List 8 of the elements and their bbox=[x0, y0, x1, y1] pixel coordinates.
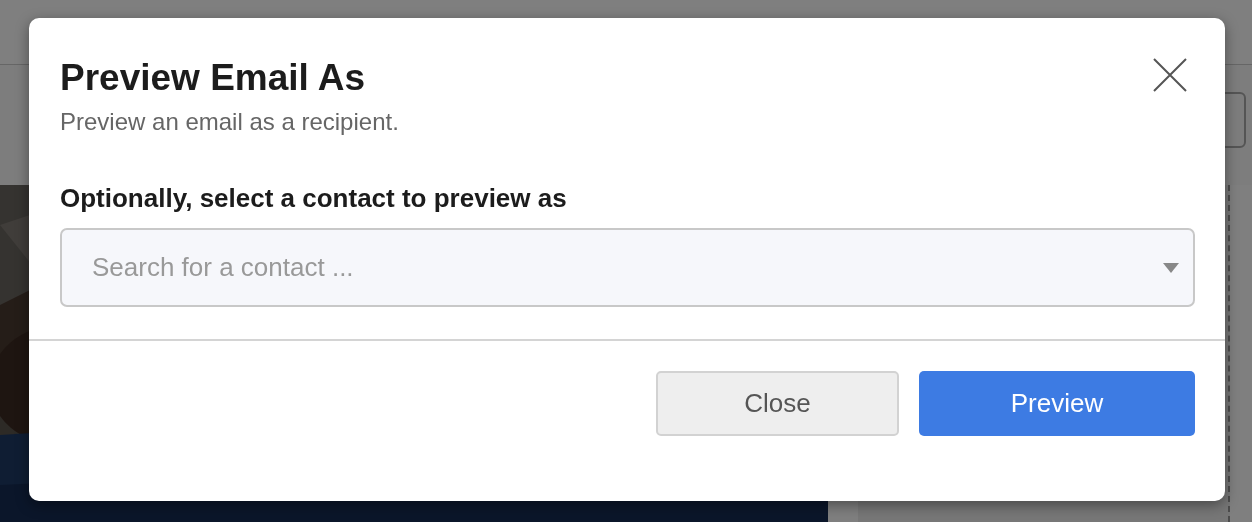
dialog-title: Preview Email As bbox=[60, 56, 367, 100]
dialog-subtitle: Preview an email as a recipient. bbox=[60, 108, 399, 136]
contact-search-field[interactable]: Search for a contact ... bbox=[60, 228, 1195, 307]
close-button[interactable]: Close bbox=[656, 371, 899, 436]
field-label: Optionally, select a contact to preview as bbox=[60, 182, 568, 214]
preview-button[interactable]: Preview bbox=[919, 371, 1195, 436]
caret-icon bbox=[1163, 263, 1179, 273]
close-icon[interactable] bbox=[1153, 58, 1187, 92]
